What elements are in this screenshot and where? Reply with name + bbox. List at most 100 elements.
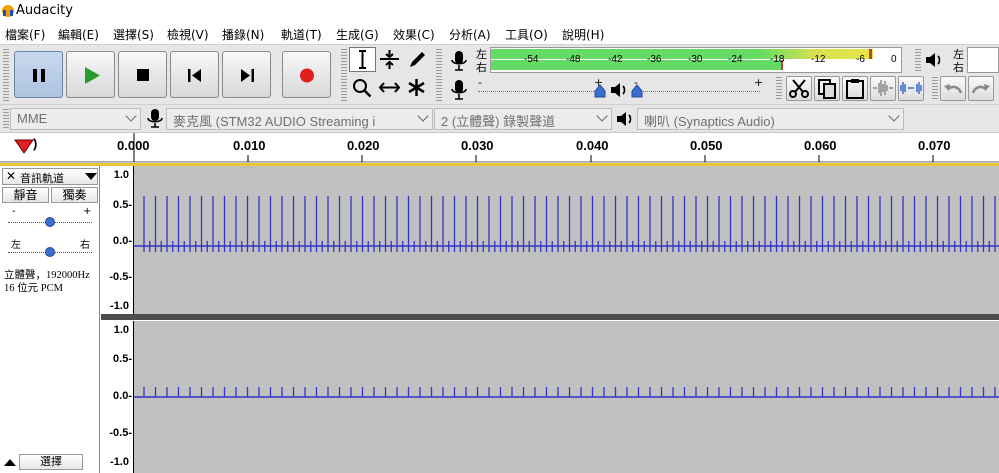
menu-transport[interactable]: 播錄(N) [222, 26, 264, 43]
play-button[interactable] [66, 51, 115, 98]
trim-audio-icon [873, 80, 893, 96]
track-name-menu[interactable]: ✕ 音訊軌道 [2, 168, 98, 185]
collapse-arrow-icon[interactable] [3, 456, 17, 468]
amplitude-label: -0.5- [109, 271, 132, 283]
ruler-tick-label: 0.010 [233, 138, 266, 153]
meter-right-label: 右 [476, 61, 487, 74]
skip-to-start-button[interactable] [170, 51, 219, 98]
cut-button[interactable] [786, 76, 812, 101]
menu-help[interactable]: 說明(H) [562, 26, 604, 43]
solo-button[interactable]: 獨奏 [51, 187, 98, 203]
waveform-right-channel[interactable] [134, 321, 999, 473]
recording-channels-select[interactable]: 2 (立體聲) 錄製聲道 [434, 108, 612, 130]
close-icon[interactable]: ✕ [6, 169, 16, 183]
trim-button[interactable] [870, 76, 896, 101]
amplitude-label: 0.0- [113, 235, 132, 247]
menu-analyze[interactable]: 分析(A) [449, 26, 491, 43]
toolbar-grip[interactable] [436, 49, 442, 101]
ruler-tick-label: 0.050 [690, 138, 723, 153]
chevron-down-icon [125, 110, 137, 122]
pause-button[interactable] [14, 51, 63, 98]
slider-thumb[interactable] [594, 84, 606, 98]
meter-scale-label: -42 [608, 54, 623, 65]
silence-button[interactable] [898, 76, 924, 101]
envelope-icon [380, 50, 399, 69]
meter-scale-label: -12 [811, 54, 826, 65]
toolbar-grip[interactable] [915, 49, 921, 73]
skip-start-icon [188, 69, 201, 82]
slider-thumb[interactable] [44, 246, 56, 258]
meter-scale-label: -18 [770, 54, 785, 65]
mute-button[interactable]: 靜音 [2, 187, 49, 203]
menu-view[interactable]: 檢視(V) [167, 26, 209, 43]
waveform-left-channel[interactable] [134, 166, 999, 314]
toolbar-grip[interactable] [341, 49, 347, 101]
slider-thumb[interactable] [44, 216, 56, 228]
meter-peak [869, 49, 872, 59]
playback-device-select[interactable]: 喇叭 (Synaptics Audio) [637, 108, 904, 130]
selection-tool[interactable] [349, 47, 376, 72]
menu-file[interactable]: 檔案(F) [5, 26, 45, 43]
playback-volume-slider[interactable]: - + [631, 76, 768, 102]
speaker-icon[interactable] [923, 50, 945, 70]
chevron-down-icon [596, 110, 608, 122]
double-arrow-icon [378, 82, 401, 93]
ibeam-icon [359, 50, 366, 69]
meter-scale-label: 0 [891, 54, 897, 65]
skip-end-icon [241, 69, 254, 82]
envelope-tool[interactable] [376, 47, 403, 72]
toolbar-grip[interactable] [776, 77, 782, 101]
timeline-ruler[interactable]: ) 0.000 0.010 0.020 0.030 0.040 0.050 0.… [0, 132, 999, 163]
paste-button[interactable] [842, 76, 868, 101]
microphone-icon[interactable] [450, 49, 468, 73]
ruler-ticks [133, 133, 934, 163]
copy-button[interactable] [814, 76, 840, 101]
audio-host-select[interactable]: MME [10, 108, 141, 130]
recording-meter[interactable]: -54 -48 -42 -36 -30 -24 -18 -12 -6 0 [490, 47, 902, 73]
play-icon [85, 67, 100, 84]
playback-device-value: 喇叭 (Synaptics Audio) [644, 114, 775, 129]
time-shift-tool[interactable] [376, 75, 403, 100]
dropdown-arrow-icon [85, 173, 97, 180]
pencil-icon [410, 52, 425, 67]
select-track-button[interactable]: 選擇 [19, 454, 83, 470]
draw-tool[interactable] [403, 47, 430, 72]
menu-tools[interactable]: 工具(O) [505, 26, 548, 43]
menu-effect[interactable]: 效果(C) [393, 26, 435, 43]
menu-select[interactable]: 選擇(S) [113, 26, 154, 43]
record-button[interactable] [282, 51, 331, 98]
select-label: 選擇 [40, 455, 62, 468]
gain-slider[interactable]: - + [6, 206, 94, 230]
toolbar-grip[interactable] [932, 77, 938, 101]
stop-button[interactable] [118, 51, 167, 98]
playback-meter[interactable] [967, 47, 999, 73]
scissors-icon [789, 79, 809, 98]
device-toolbar: MME 麥克風 (STM32 AUDIO Streaming i 2 (立體聲)… [0, 104, 999, 132]
recording-device-select[interactable]: 麥克風 (STM32 AUDIO Streaming i [166, 108, 433, 130]
slider-thumb[interactable] [631, 84, 643, 98]
window-title: Audacity [16, 3, 73, 18]
multi-tool[interactable] [403, 75, 430, 100]
menu-edit[interactable]: 編輯(E) [58, 26, 99, 43]
menu-tracks[interactable]: 軌道(T) [281, 26, 322, 43]
amplitude-label: 0.5- [113, 353, 132, 365]
gain-minus-label: - [12, 206, 16, 217]
skip-to-end-button[interactable] [222, 51, 271, 98]
amplitude-label: -1.0 [110, 300, 129, 312]
amplitude-label: -0.5- [109, 427, 132, 439]
undo-icon [944, 84, 963, 94]
track-name: 音訊軌道 [20, 173, 64, 185]
slider-track [478, 91, 600, 92]
menu-generate[interactable]: 生成(G) [336, 26, 379, 43]
audio-host-value: MME [17, 111, 48, 126]
recording-volume-slider[interactable]: - + [476, 76, 606, 102]
toolbar-grip[interactable] [3, 49, 9, 101]
undo-button[interactable] [940, 76, 966, 101]
ruler-tick-label: 0.030 [461, 138, 494, 153]
redo-button[interactable] [968, 76, 994, 101]
record-icon [300, 68, 314, 83]
audacity-logo-icon [2, 5, 14, 17]
zoom-tool[interactable] [349, 75, 376, 100]
pan-slider[interactable]: 左 右 [6, 236, 94, 260]
toolbar-grip[interactable] [3, 109, 9, 129]
